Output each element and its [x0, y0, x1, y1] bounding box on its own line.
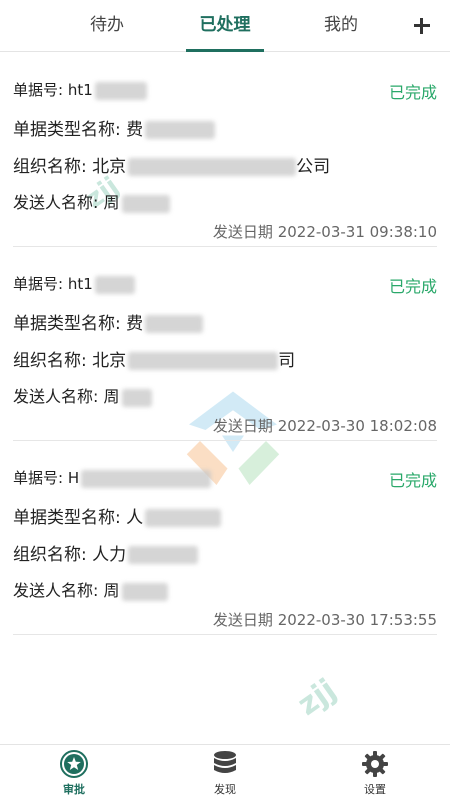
- bottom-nav: 审批 发现 设置: [0, 744, 450, 800]
- redaction: [121, 194, 170, 213]
- nav-approval-label: 审批: [63, 783, 85, 796]
- org-value: 北京: [92, 351, 127, 371]
- doc-number-value: H: [67, 469, 80, 487]
- database-icon: [214, 751, 236, 773]
- doc-type-label: 单据类型名称:: [13, 508, 121, 528]
- list-item[interactable]: 单据号: H 已完成 单据类型名称: 人 组织名称: 人力 发送人名称: 周 发…: [13, 441, 437, 635]
- redaction: [121, 388, 152, 407]
- sender-row: 发送人名称: 周: [13, 577, 168, 601]
- org-label: 组织名称:: [13, 157, 87, 177]
- doc-type-row: 单据类型名称: 费: [13, 309, 204, 334]
- nav-settings[interactable]: 设置: [335, 747, 415, 797]
- sender-value: 周: [103, 193, 120, 212]
- tab-processed-label: 已处理: [199, 15, 251, 35]
- org-label: 组织名称:: [13, 351, 87, 371]
- doc-type-value: 人: [126, 508, 144, 528]
- org-value-suffix: 公司: [296, 157, 331, 177]
- sender-row: 发送人名称: 周: [13, 189, 170, 213]
- processed-list: 单据号: ht1 已完成 单据类型名称: 费 组织名称: 北京 公司 发送人名称:…: [0, 53, 450, 635]
- org-row: 组织名称: 北京 司: [13, 346, 295, 371]
- redaction: [128, 158, 297, 176]
- gear-icon: [362, 751, 388, 777]
- org-label: 组织名称:: [13, 545, 87, 565]
- status-badge: 已完成: [388, 277, 437, 296]
- redaction: [128, 546, 199, 564]
- send-date: 发送日期 2022-03-30 17:53:55: [212, 611, 437, 629]
- tab-processed[interactable]: 已处理: [180, 0, 270, 52]
- redaction: [145, 509, 222, 527]
- doc-type-label: 单据类型名称:: [13, 120, 121, 140]
- doc-type-value: 费: [126, 120, 144, 140]
- doc-number-label: 单据号:: [13, 275, 64, 293]
- org-row: 组织名称: 北京 公司: [13, 152, 330, 177]
- nav-approval[interactable]: 审批: [34, 747, 114, 797]
- sender-row: 发送人名称: 周: [13, 383, 152, 407]
- status-badge: 已完成: [388, 83, 437, 102]
- redaction: [94, 275, 135, 294]
- org-value: 北京: [92, 157, 127, 177]
- tab-todo[interactable]: 待办: [62, 0, 152, 52]
- doc-number-label: 单据号:: [13, 81, 64, 99]
- sender-value: 周: [103, 387, 120, 406]
- sender-label: 发送人名称:: [13, 581, 99, 600]
- send-date: 发送日期 2022-03-30 18:02:08: [212, 417, 437, 435]
- status-badge: 已完成: [388, 471, 437, 490]
- list-item[interactable]: 单据号: ht1 已完成 单据类型名称: 费 组织名称: 北京 司 发送人名称: …: [13, 247, 437, 441]
- doc-number-value: ht1: [67, 81, 93, 99]
- doc-number-value: ht1: [67, 275, 93, 293]
- add-icon[interactable]: [408, 12, 436, 40]
- doc-number-row: 单据号: ht1: [13, 273, 135, 294]
- watermark-text-bottom: zjj: [291, 672, 343, 723]
- org-value-suffix: 司: [278, 351, 296, 371]
- redaction: [145, 121, 216, 139]
- doc-number-row: 单据号: H: [13, 467, 212, 488]
- nav-discover[interactable]: 发现: [185, 747, 265, 797]
- tab-mine[interactable]: 我的: [296, 0, 386, 52]
- doc-number-label: 单据号:: [13, 469, 64, 487]
- redaction: [128, 352, 279, 370]
- doc-type-row: 单据类型名称: 人: [13, 503, 222, 528]
- redaction: [121, 582, 168, 601]
- org-row: 组织名称: 人力: [13, 540, 199, 565]
- nav-discover-label: 发现: [214, 783, 236, 796]
- sender-label: 发送人名称:: [13, 387, 99, 406]
- redaction: [145, 315, 204, 333]
- nav-settings-label: 设置: [364, 783, 386, 796]
- org-value: 人力: [92, 545, 127, 565]
- doc-type-value: 费: [126, 314, 144, 334]
- active-tab-indicator: [186, 49, 264, 52]
- sender-label: 发送人名称:: [13, 193, 99, 212]
- doc-type-row: 单据类型名称: 费: [13, 115, 216, 140]
- doc-number-row: 单据号: ht1: [13, 79, 147, 100]
- doc-type-label: 单据类型名称:: [13, 314, 121, 334]
- top-tab-bar: 待办 已处理 我的: [0, 0, 450, 52]
- send-date: 发送日期 2022-03-31 09:38:10: [212, 223, 437, 241]
- list-item[interactable]: 单据号: ht1 已完成 单据类型名称: 费 组织名称: 北京 公司 发送人名称:…: [13, 53, 437, 247]
- sender-value: 周: [103, 581, 120, 600]
- approval-badge-icon: [60, 750, 88, 778]
- redaction: [94, 81, 147, 100]
- redaction: [81, 469, 212, 488]
